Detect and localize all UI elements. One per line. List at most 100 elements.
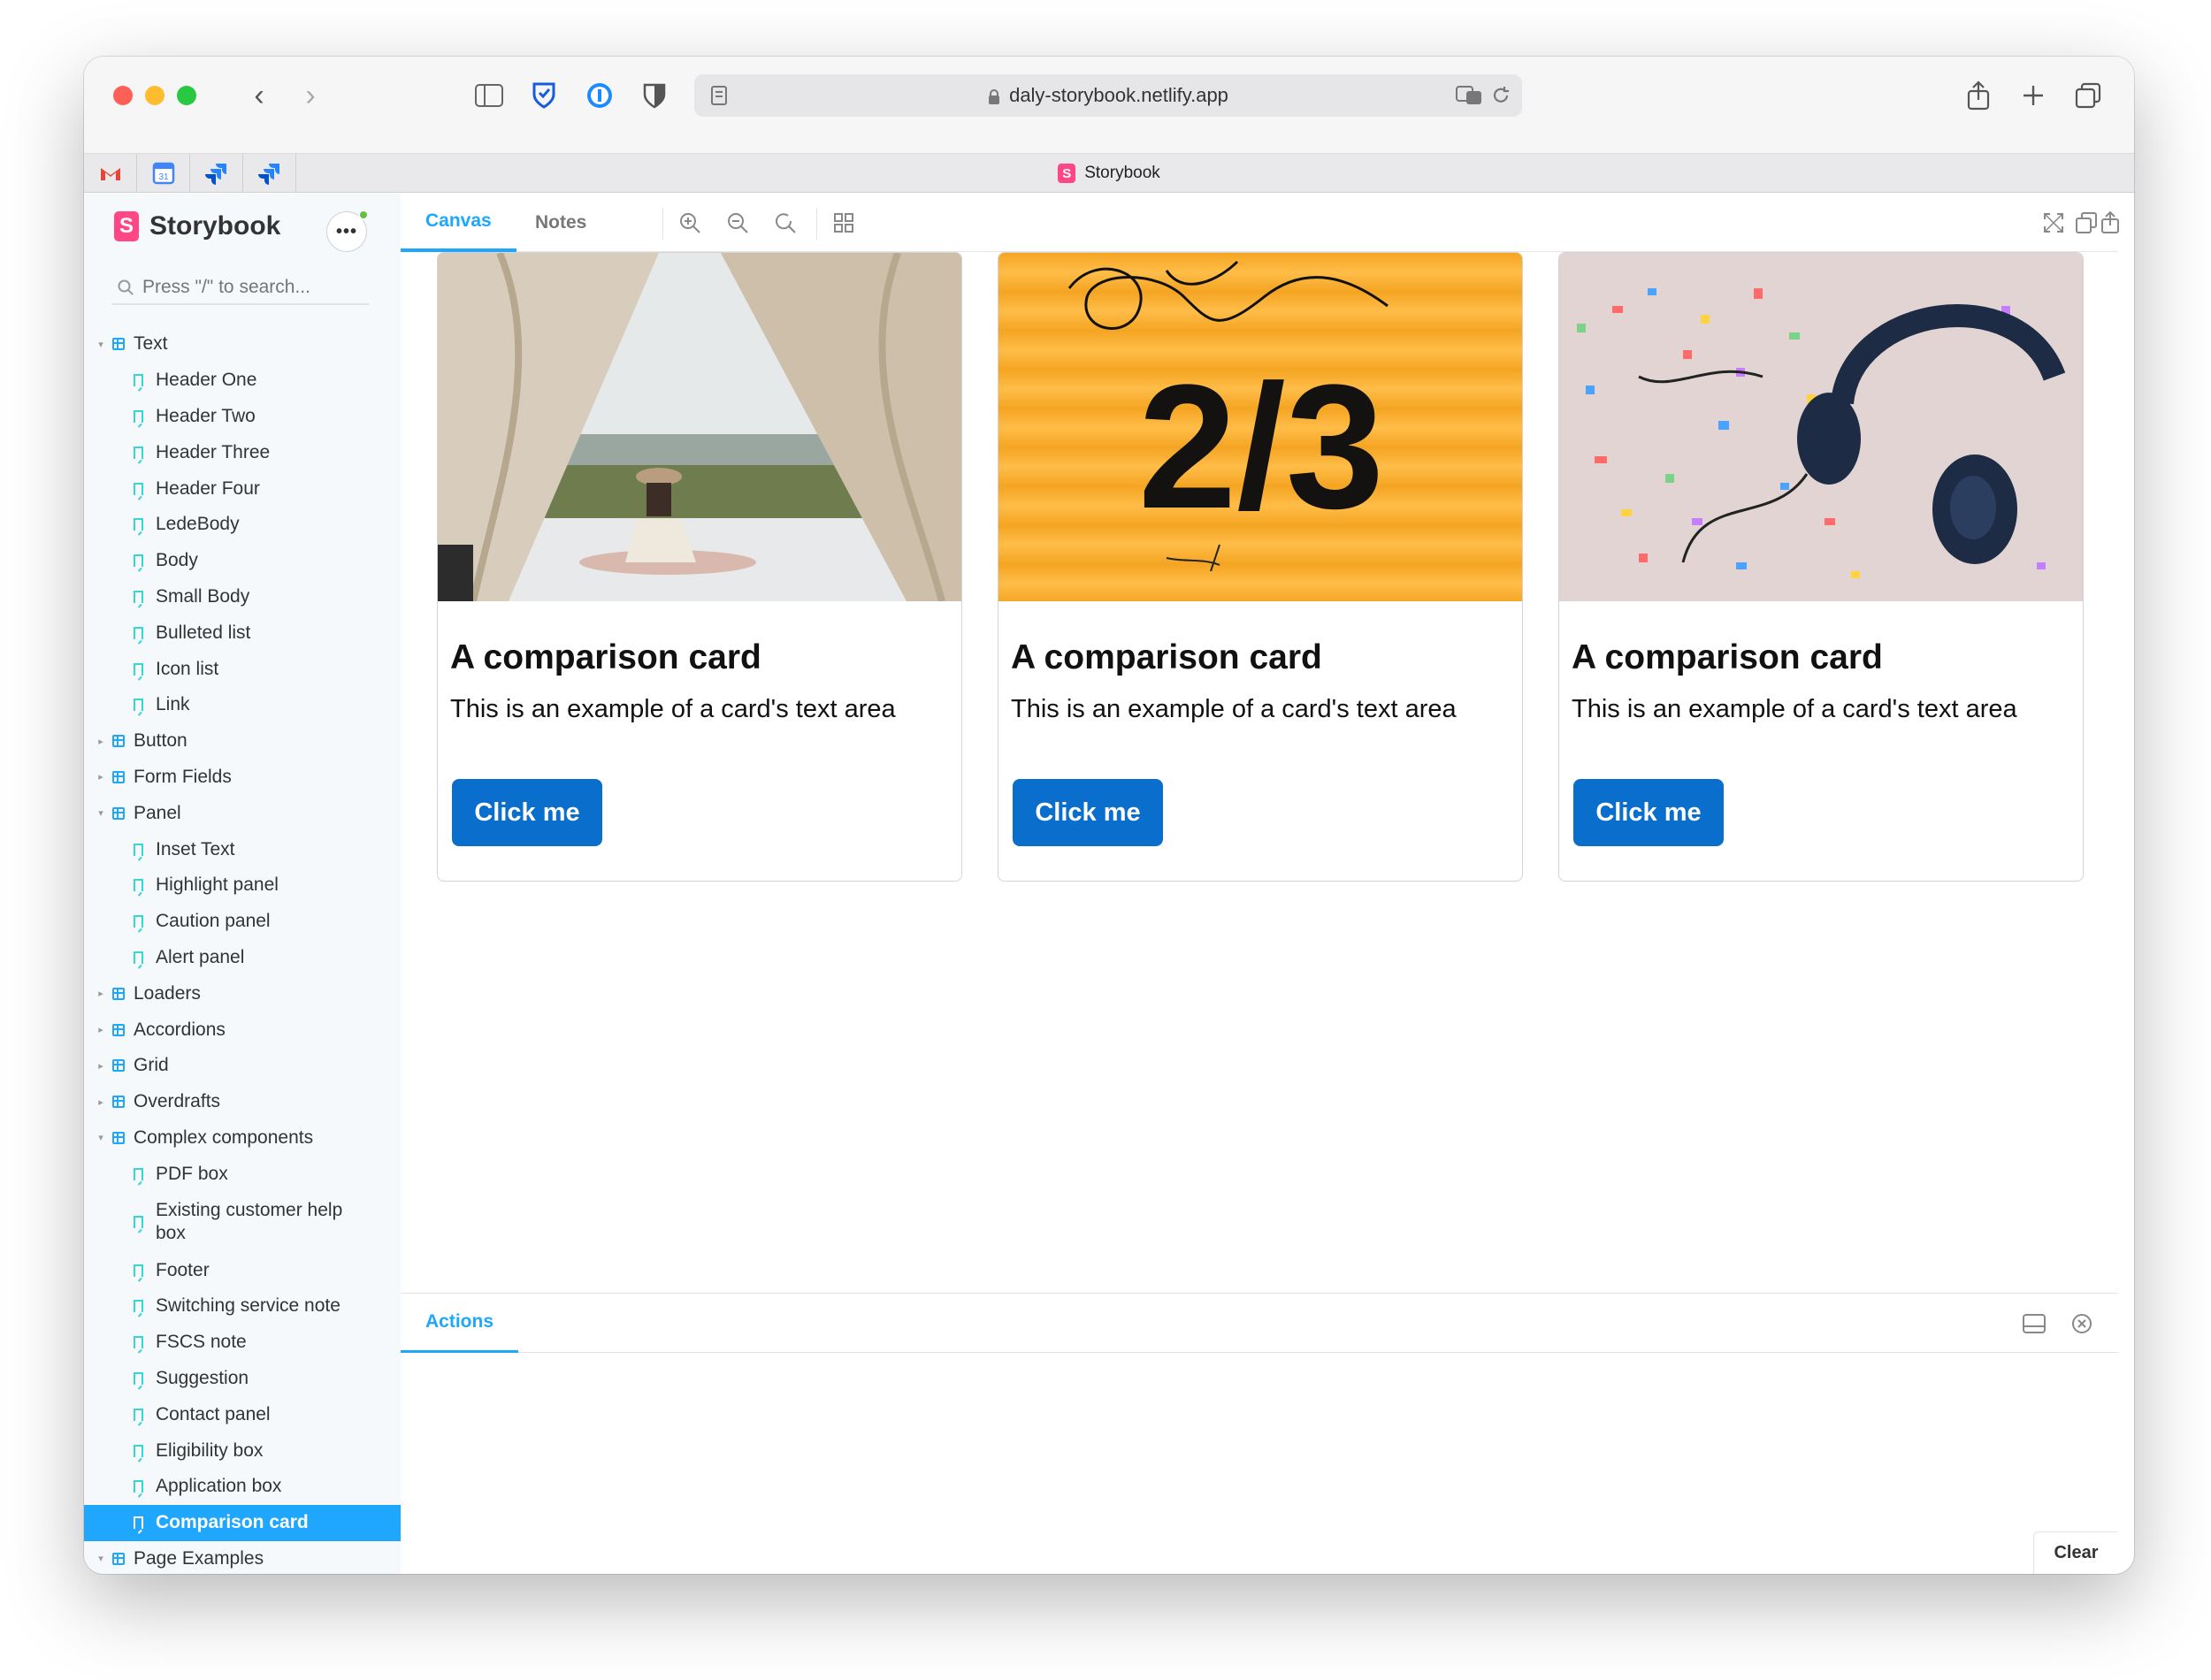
- addons-panel-header: Actions: [401, 1293, 2118, 1354]
- headphones-confetti-photo: [1559, 253, 2083, 601]
- sidebar-story[interactable]: FSCS note: [84, 1325, 401, 1361]
- sidebar-group[interactable]: ▾ Page Examples: [84, 1541, 401, 1575]
- sidebar-story[interactable]: Small Body: [84, 579, 401, 615]
- sidebar-story[interactable]: Application box: [84, 1469, 401, 1505]
- sidebar-story[interactable]: Header Four: [84, 470, 401, 507]
- sidebar-story[interactable]: LedeBody: [84, 507, 401, 543]
- sidebar-story[interactable]: Icon list: [84, 651, 401, 687]
- translate-icon[interactable]: [1451, 78, 1487, 113]
- caret-right-icon[interactable]: ▸: [95, 1024, 107, 1035]
- sidebar-group[interactable]: ▸ Loaders: [84, 975, 401, 1012]
- zoom-out-icon[interactable]: [724, 210, 751, 236]
- preview-area: Canvas Notes A comparison card This is a…: [401, 194, 2118, 1574]
- sidebar-group[interactable]: ▾ Text: [84, 326, 401, 363]
- sidebar-group[interactable]: ▸ Button: [84, 723, 401, 760]
- zoom-window-button[interactable]: [177, 86, 196, 105]
- address-bar[interactable]: daly-storybook.netlify.app: [694, 74, 1522, 117]
- caret-right-icon[interactable]: ▸: [95, 736, 107, 747]
- caret-right-icon[interactable]: ▸: [95, 771, 107, 783]
- zoom-reset-icon[interactable]: [772, 210, 799, 236]
- sidebar-story[interactable]: Inset Text: [84, 831, 401, 867]
- lock-icon: [988, 88, 1000, 104]
- sidebar-story[interactable]: Header Three: [84, 434, 401, 470]
- bookmark-icon: [134, 1336, 143, 1349]
- minimize-window-button[interactable]: [145, 86, 164, 105]
- click-me-button[interactable]: Click me: [1013, 779, 1163, 846]
- new-tab-icon[interactable]: [2016, 78, 2051, 113]
- copy-link-icon[interactable]: [2073, 210, 2100, 236]
- sidebar-story[interactable]: Suggestion: [84, 1361, 401, 1397]
- bitwarden-shield-icon[interactable]: [526, 78, 562, 113]
- active-tab[interactable]: S Storybook: [84, 154, 2134, 193]
- caret-right-icon[interactable]: ▸: [95, 1060, 107, 1072]
- sidebar-story[interactable]: Header One: [84, 363, 401, 399]
- sidebar-story[interactable]: Existing customer help box: [84, 1192, 401, 1252]
- reload-icon[interactable]: [1483, 78, 1519, 113]
- bookmark-icon: [134, 1444, 143, 1457]
- sidebar-item-label: Overdrafts: [134, 1091, 221, 1112]
- caret-down-icon[interactable]: ▾: [95, 807, 107, 819]
- tent-lake-photo: [438, 253, 961, 601]
- caret-down-icon[interactable]: ▾: [95, 1553, 107, 1564]
- sidebar-group[interactable]: ▸ Grid: [84, 1048, 401, 1084]
- card-title: A comparison card: [1572, 638, 1883, 676]
- tab-overview-icon[interactable]: [2070, 78, 2106, 113]
- sidebar-group[interactable]: ▸ Form Fields: [84, 760, 401, 796]
- sidebar-item-label: Text: [134, 333, 168, 355]
- sidebar-story[interactable]: Comparison card: [84, 1504, 401, 1541]
- sidebar-story[interactable]: Switching service note: [84, 1288, 401, 1325]
- click-me-button[interactable]: Click me: [452, 779, 602, 846]
- sidebar-item-label: Header Three: [156, 441, 271, 462]
- sidebar-item-label: Loaders: [134, 982, 201, 1004]
- sidebar-story[interactable]: Body: [84, 543, 401, 579]
- sidebar-story[interactable]: Footer: [84, 1252, 401, 1288]
- sidebar-story[interactable]: Eligibility box: [84, 1432, 401, 1469]
- sidebar-search[interactable]: [112, 271, 369, 305]
- close-window-button[interactable]: [113, 86, 133, 105]
- caret-down-icon[interactable]: ▾: [95, 1132, 107, 1143]
- sidebar-story[interactable]: Bulleted list: [84, 615, 401, 651]
- share-icon[interactable]: [1961, 78, 1996, 113]
- url-text: daly-storybook.netlify.app: [1009, 84, 1228, 106]
- zoom-in-icon[interactable]: [677, 210, 703, 236]
- panel-position-icon[interactable]: [2021, 1310, 2047, 1337]
- click-me-button[interactable]: Click me: [1573, 779, 1724, 846]
- caret-right-icon[interactable]: ▸: [95, 988, 107, 999]
- password-manager-icon[interactable]: [582, 78, 617, 113]
- sidebar-item-label: Body: [156, 550, 198, 571]
- back-icon[interactable]: ‹: [241, 78, 277, 113]
- caret-down-icon[interactable]: ▾: [95, 339, 107, 350]
- tab-notes[interactable]: Notes: [510, 194, 611, 252]
- sidebar-group[interactable]: ▾ Complex components: [84, 1120, 401, 1157]
- grid-icon[interactable]: [830, 210, 857, 236]
- clear-button[interactable]: Clear: [2033, 1531, 2118, 1574]
- component-icon: [112, 770, 125, 783]
- sidebar-story[interactable]: Link: [84, 687, 401, 723]
- component-icon: [112, 735, 125, 748]
- storybook-brand[interactable]: S Storybook: [114, 211, 280, 241]
- card-text: This is an example of a card's text area: [1011, 695, 1457, 723]
- sidebar-story[interactable]: Header Two: [84, 399, 401, 435]
- sidebar-group[interactable]: ▸ Accordions: [84, 1012, 401, 1048]
- toolbar-divider: [662, 208, 663, 240]
- sidebar-item-label: Comparison card: [156, 1512, 309, 1533]
- sidebar-toggle-icon[interactable]: [471, 78, 507, 113]
- yellow-2-3-sign-photo: 2/3: [998, 253, 1522, 601]
- forward-icon[interactable]: ›: [293, 78, 328, 113]
- tab-canvas[interactable]: Canvas: [401, 194, 516, 252]
- fullscreen-icon[interactable]: [2040, 210, 2067, 236]
- share-story-icon[interactable]: [2097, 210, 2123, 236]
- tab-actions[interactable]: Actions: [401, 1294, 519, 1354]
- reader-icon[interactable]: [701, 78, 737, 113]
- privacy-shield-icon[interactable]: [637, 78, 672, 113]
- sidebar-story[interactable]: Caution panel: [84, 904, 401, 940]
- search-input[interactable]: [142, 277, 355, 298]
- sidebar-group[interactable]: ▾ Panel: [84, 795, 401, 831]
- sidebar-story[interactable]: Contact panel: [84, 1396, 401, 1432]
- sidebar-story[interactable]: PDF box: [84, 1156, 401, 1192]
- caret-right-icon[interactable]: ▸: [95, 1096, 107, 1108]
- sidebar-story[interactable]: Highlight panel: [84, 867, 401, 904]
- close-panel-icon[interactable]: [2069, 1310, 2095, 1337]
- sidebar-group[interactable]: ▸ Overdrafts: [84, 1084, 401, 1120]
- sidebar-story[interactable]: Alert panel: [84, 940, 401, 976]
